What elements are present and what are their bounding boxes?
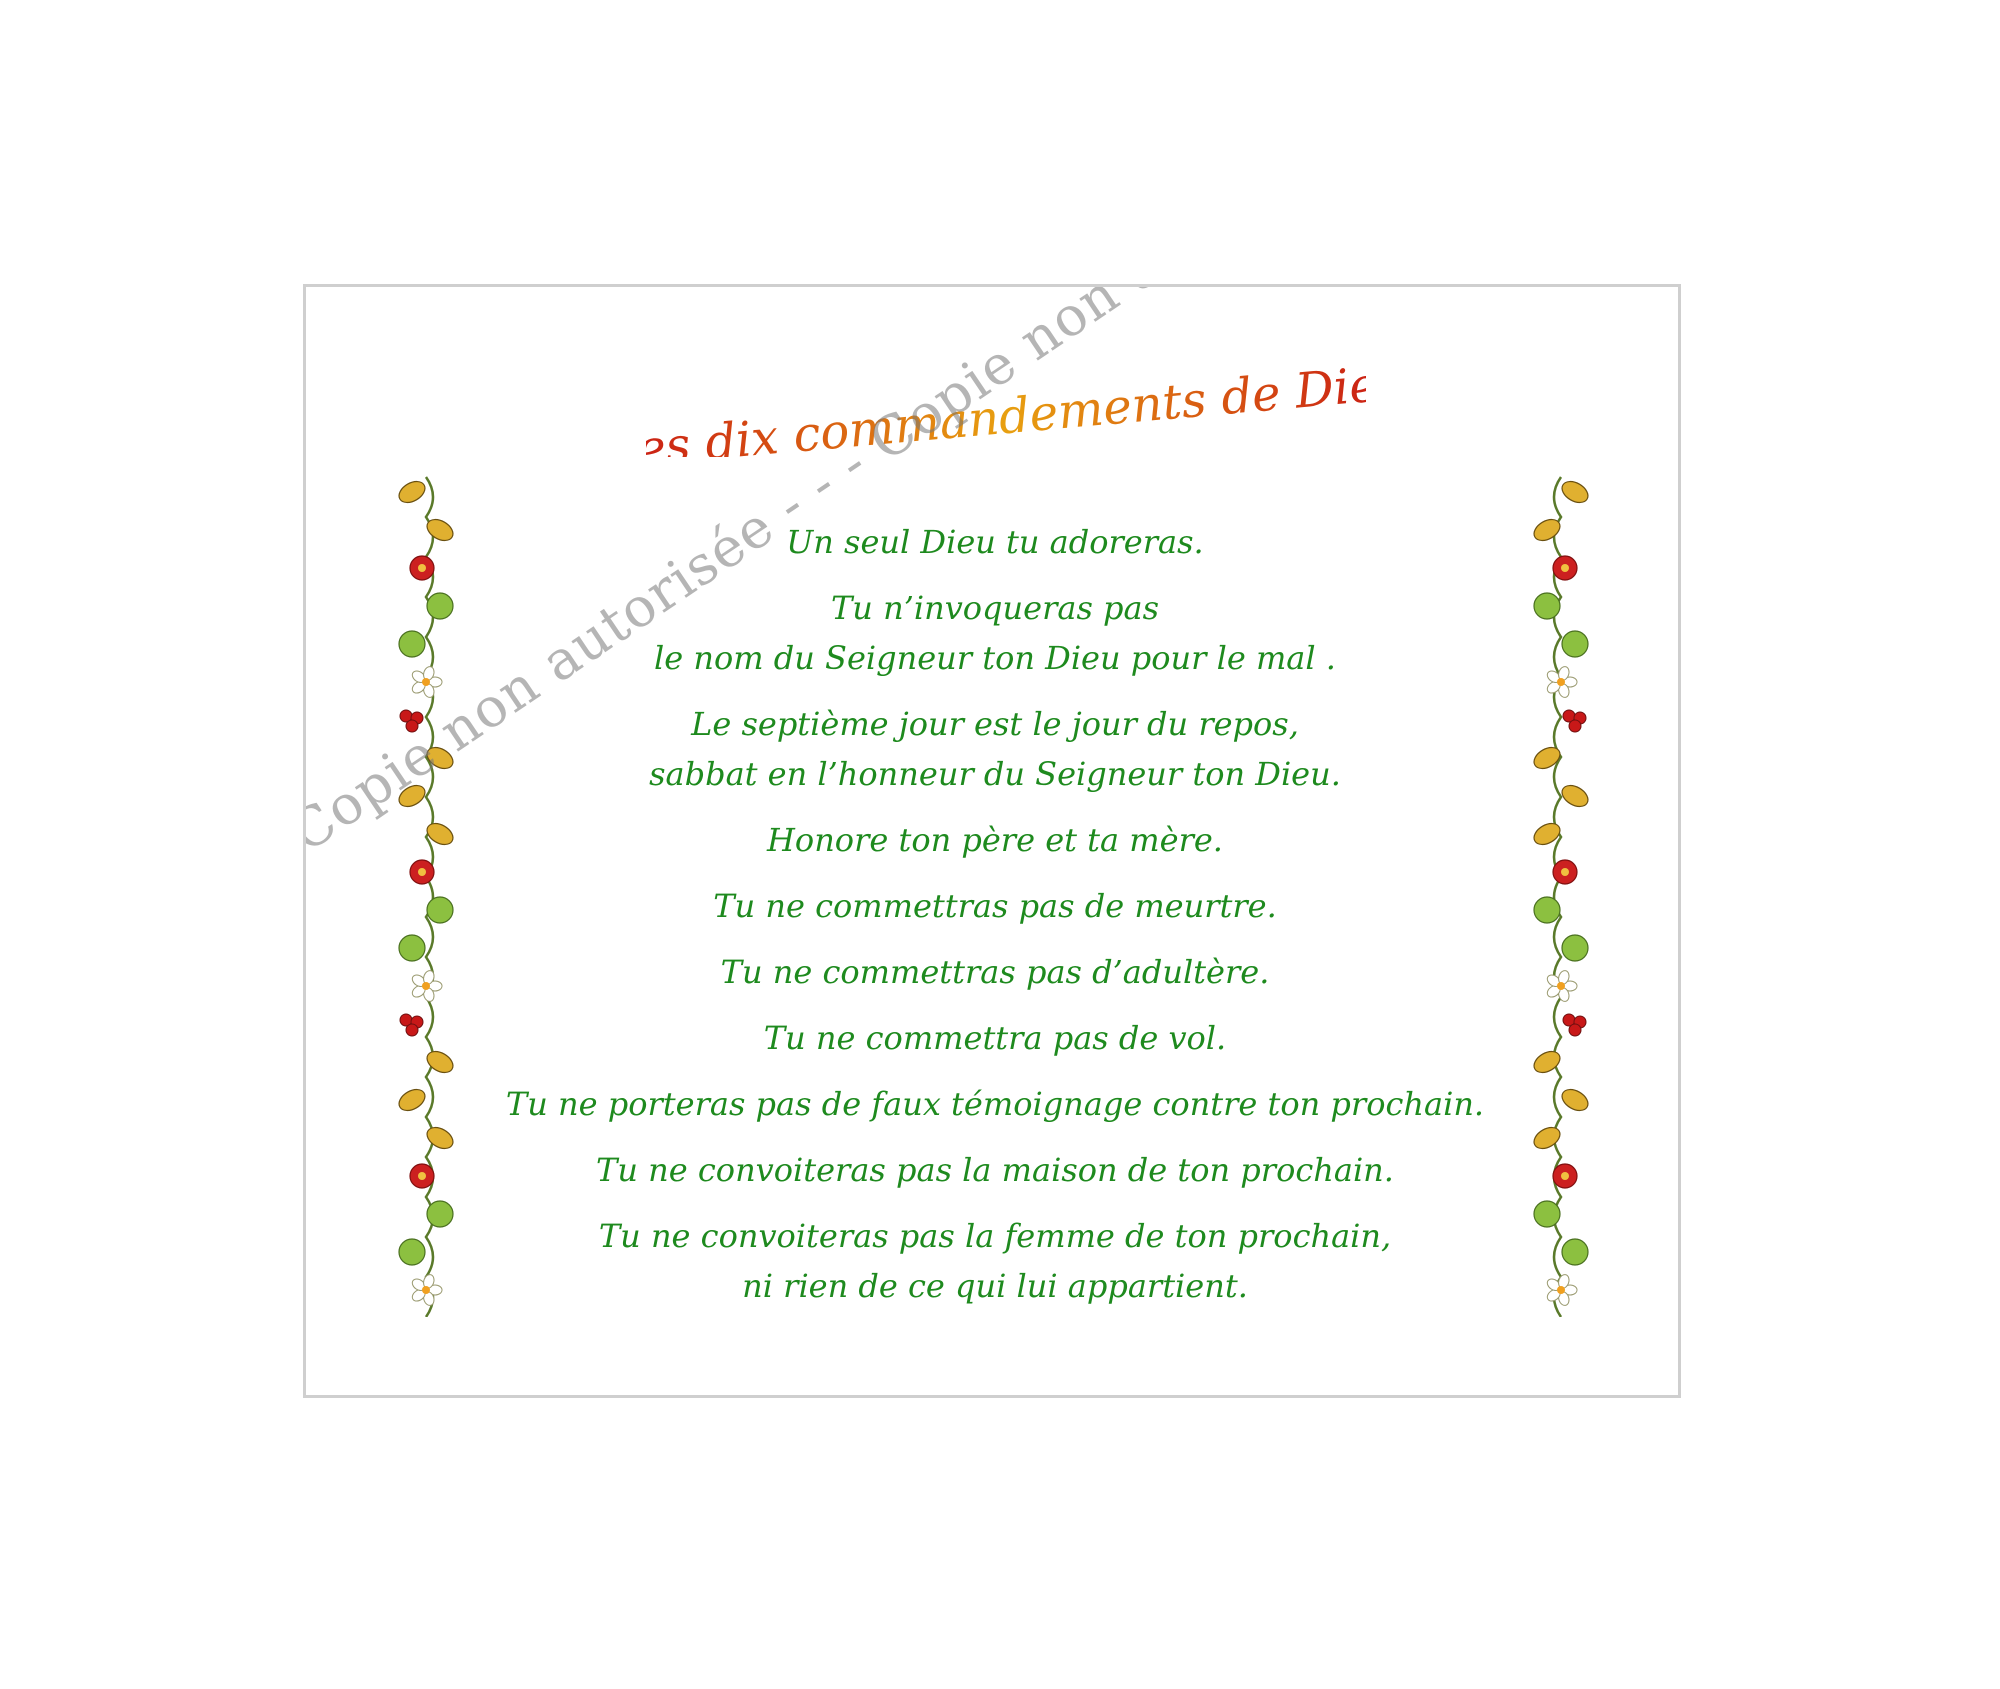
leaf-icon xyxy=(1561,784,1589,808)
flower-center-icon xyxy=(1561,564,1569,572)
leaf-icon xyxy=(398,1088,426,1112)
berry-icon xyxy=(1568,719,1582,733)
leaf-icon xyxy=(1533,592,1561,620)
leaf-icon xyxy=(1533,822,1561,846)
leaf-icon xyxy=(426,822,454,846)
commandment-6: Tu ne commettras pas d’adultère. xyxy=(456,947,1534,997)
flower-center-icon xyxy=(422,678,430,686)
commandment-line: Tu ne convoiteras pas la femme de ton pr… xyxy=(598,1217,1392,1255)
leaf-icon xyxy=(398,630,426,658)
commandment-line: Un seul Dieu tu adoreras. xyxy=(786,523,1204,561)
flower-center-icon xyxy=(1557,982,1565,990)
commandment-1: Un seul Dieu tu adoreras. xyxy=(456,517,1534,567)
leaf-icon xyxy=(398,934,426,962)
commandment-3: Le septième jour est le jour du repos, sa… xyxy=(456,699,1534,799)
commandment-7: Tu ne commettra pas de vol. xyxy=(456,1013,1534,1063)
leaf-icon xyxy=(1561,630,1589,658)
commandment-line: Le septième jour est le jour du repos, xyxy=(691,705,1299,743)
flower-center-icon xyxy=(418,868,426,876)
leaf-icon xyxy=(1561,934,1589,962)
commandment-line: Honore ton père et ta mère. xyxy=(767,821,1223,859)
document-card: Les dix commandements de Dieu Un seul Di… xyxy=(303,284,1681,1398)
leaf-icon xyxy=(398,480,426,504)
commandment-5: Tu ne commettras pas de meurtre. xyxy=(456,881,1534,931)
flower-center-icon xyxy=(422,1286,430,1294)
leaf-icon xyxy=(398,1238,426,1266)
commandment-line: Tu ne commettra pas de vol. xyxy=(763,1019,1227,1057)
flower-center-icon xyxy=(418,564,426,572)
leaf-icon xyxy=(1561,1088,1589,1112)
leaf-icon xyxy=(426,592,454,620)
leaf-icon xyxy=(1533,1126,1561,1150)
commandment-line: Tu ne commettras pas de meurtre. xyxy=(713,887,1277,925)
flower-center-icon xyxy=(1561,868,1569,876)
commandment-9: Tu ne convoiteras pas la maison de ton p… xyxy=(456,1145,1534,1195)
commandment-line: Tu ne convoiteras pas la maison de ton p… xyxy=(596,1151,1394,1189)
leaf-icon xyxy=(426,1126,454,1150)
flower-center-icon xyxy=(1561,1172,1569,1180)
flower-center-icon xyxy=(1557,678,1565,686)
berry-icon xyxy=(405,1023,419,1037)
flower-center-icon xyxy=(1557,1286,1565,1294)
flower-center-icon xyxy=(418,1172,426,1180)
floral-vine-border-left xyxy=(398,476,454,1317)
leaf-icon xyxy=(1561,480,1589,504)
flower-center-icon xyxy=(422,982,430,990)
commandment-line: Tu ne commettras pas d’adultère. xyxy=(720,953,1270,991)
leaf-icon xyxy=(1533,746,1561,770)
leaf-icon xyxy=(426,1200,454,1228)
leaf-icon xyxy=(1533,1200,1561,1228)
commandment-line: Tu ne porteras pas de faux témoignage co… xyxy=(505,1085,1485,1123)
commandment-8: Tu ne porteras pas de faux témoignage co… xyxy=(456,1079,1534,1129)
berry-icon xyxy=(1568,1023,1582,1037)
commandment-10: Tu ne convoiteras pas la femme de ton pr… xyxy=(456,1211,1534,1311)
leaf-icon xyxy=(1533,896,1561,924)
commandment-line: sabbat en l’honneur du Seigneur ton Dieu… xyxy=(649,755,1341,793)
leaf-icon xyxy=(426,896,454,924)
commandment-line: ni rien de ce qui lui appartient. xyxy=(742,1267,1248,1305)
leaf-icon xyxy=(1561,1238,1589,1266)
commandment-4: Honore ton père et ta mère. xyxy=(456,815,1534,865)
